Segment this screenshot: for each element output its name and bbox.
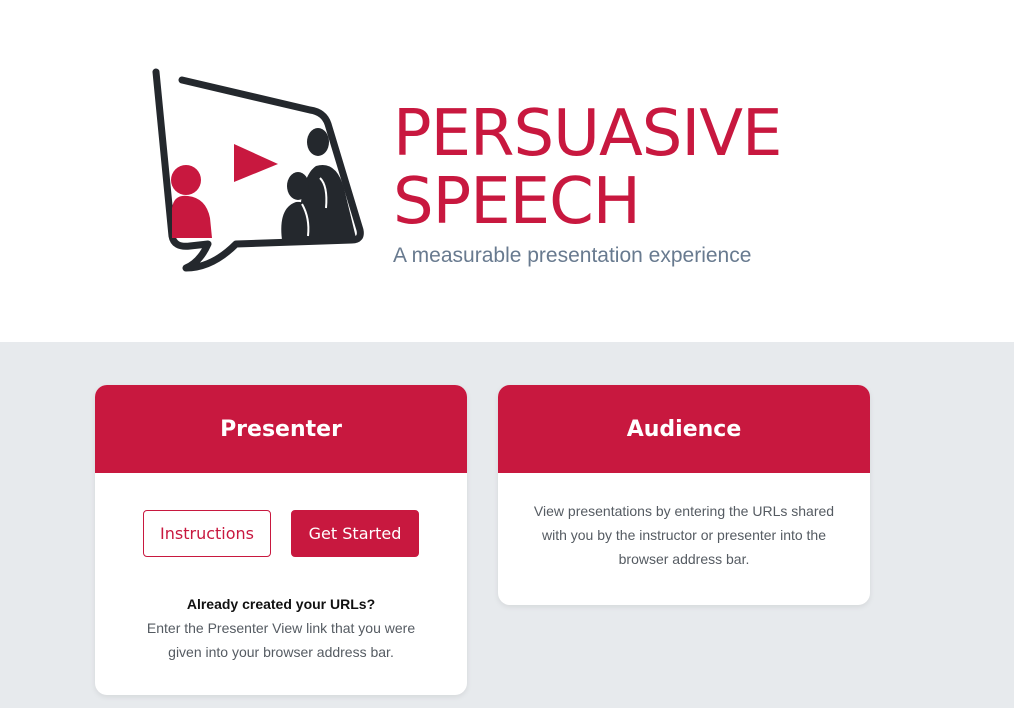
presenter-note: Already created your URLs? Enter the Pre…: [95, 592, 467, 664]
hero-section: PERSUASIVE SPEECH A measurable presentat…: [0, 0, 1014, 342]
brand-block: PERSUASIVE SPEECH A measurable presentat…: [393, 97, 782, 268]
audience-card: Audience View presentations by entering …: [498, 385, 870, 605]
brand-title-line2: SPEECH: [393, 165, 641, 239]
audience-line2: with you by the instructor or presenter …: [541, 527, 827, 543]
presenter-note-line2: given into your browser address bar.: [168, 644, 394, 660]
presenter-button-row: Instructions Get Started: [95, 510, 467, 557]
presenter-card-heading: Presenter: [95, 385, 467, 473]
instructions-button[interactable]: Instructions: [143, 510, 271, 557]
brand-tagline: A measurable presentation experience: [393, 244, 752, 267]
audience-line1: View presentations by entering the URLs …: [533, 503, 835, 519]
presenter-card: Presenter Instructions Get Started Alrea…: [95, 385, 467, 695]
audience-line3: browser address bar.: [618, 551, 750, 567]
audience-description: View presentations by entering the URLs …: [498, 499, 870, 571]
presenter-note-line1: Enter the Presenter View link that you w…: [146, 620, 416, 636]
brand-title-line1: PERSUASIVE: [393, 97, 782, 171]
audience-card-heading: Audience: [498, 385, 870, 473]
presenter-note-title: Already created your URLs?: [186, 596, 376, 612]
get-started-button[interactable]: Get Started: [291, 510, 419, 557]
speech-bubble-logo-icon: [152, 68, 364, 272]
